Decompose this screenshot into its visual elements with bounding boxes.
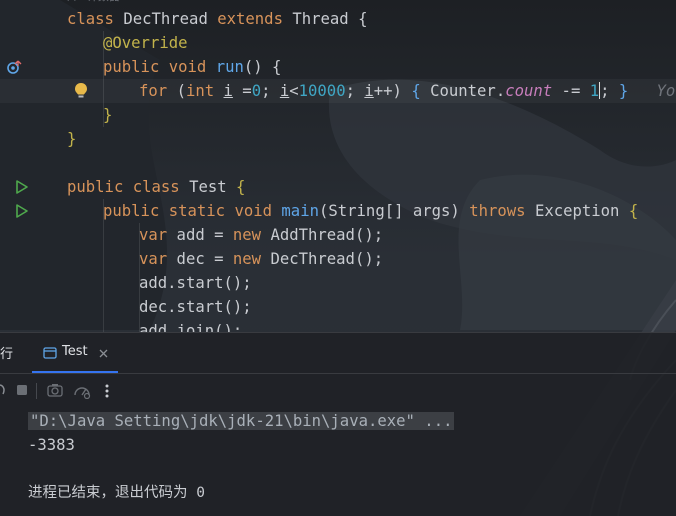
code-line: add.start(); [139,274,252,292]
code-line: add.join(); [139,322,243,332]
code-editor[interactable]: // 计数器 class DecThread extends Thread { … [0,0,676,332]
code-line: var add = new AddThread(); [139,226,384,244]
code-line: } [103,106,113,124]
code-line: public class Test { [67,178,246,196]
tab-test[interactable]: Test [32,333,118,373]
code-line: class DecThread extends Thread { [67,10,368,28]
code-line-current: for (int i =0; i<10000; i++) { Counter.c… [139,79,676,103]
run-tabs-bar: 行 Test [0,333,676,374]
toolbar-divider [36,383,37,399]
console-command-line[interactable]: "D:\Java Setting\jdk\jdk-21\bin\java.exe… [28,409,455,433]
code-line: var dec = new DecThread(); [139,250,384,268]
code-line: @Override [103,34,188,52]
code-line: public static void main(String[] args) t… [103,202,639,220]
console-exit-line: 进程已结束，退出代码为 0 [28,485,205,501]
code-line: } [67,130,77,148]
camera-icon[interactable] [47,383,63,397]
rerun-icon[interactable] [0,383,6,397]
tab-label: Test [62,344,88,359]
profiler-icon[interactable] [73,383,91,399]
run-toolbar [0,373,676,409]
run-tab-icon [43,347,57,359]
console-output-line: -3383 [28,436,75,454]
run-tool-window: 行 Test "D:\Java Setting\jdk\jdk-21\bin\j… [0,332,676,516]
ide-window: // 计数器 class DecThread extends Thread { … [0,0,676,516]
close-icon[interactable] [99,349,108,358]
console-output[interactable]: "D:\Java Setting\jdk\jdk-21\bin\java.exe… [0,409,676,516]
bulb-icon[interactable] [74,82,88,100]
inline-blame-hint: You, [656,82,676,100]
run-gutter-icon[interactable] [15,204,29,218]
more-icon[interactable] [104,383,110,399]
code-line: dec.start(); [139,298,252,316]
code-line: public void run() { [103,58,282,76]
run-panel-label: 行 [0,347,14,362]
run-gutter-icon[interactable] [15,180,29,194]
stop-icon[interactable] [16,384,28,396]
override-marker-icon[interactable] [6,59,22,75]
